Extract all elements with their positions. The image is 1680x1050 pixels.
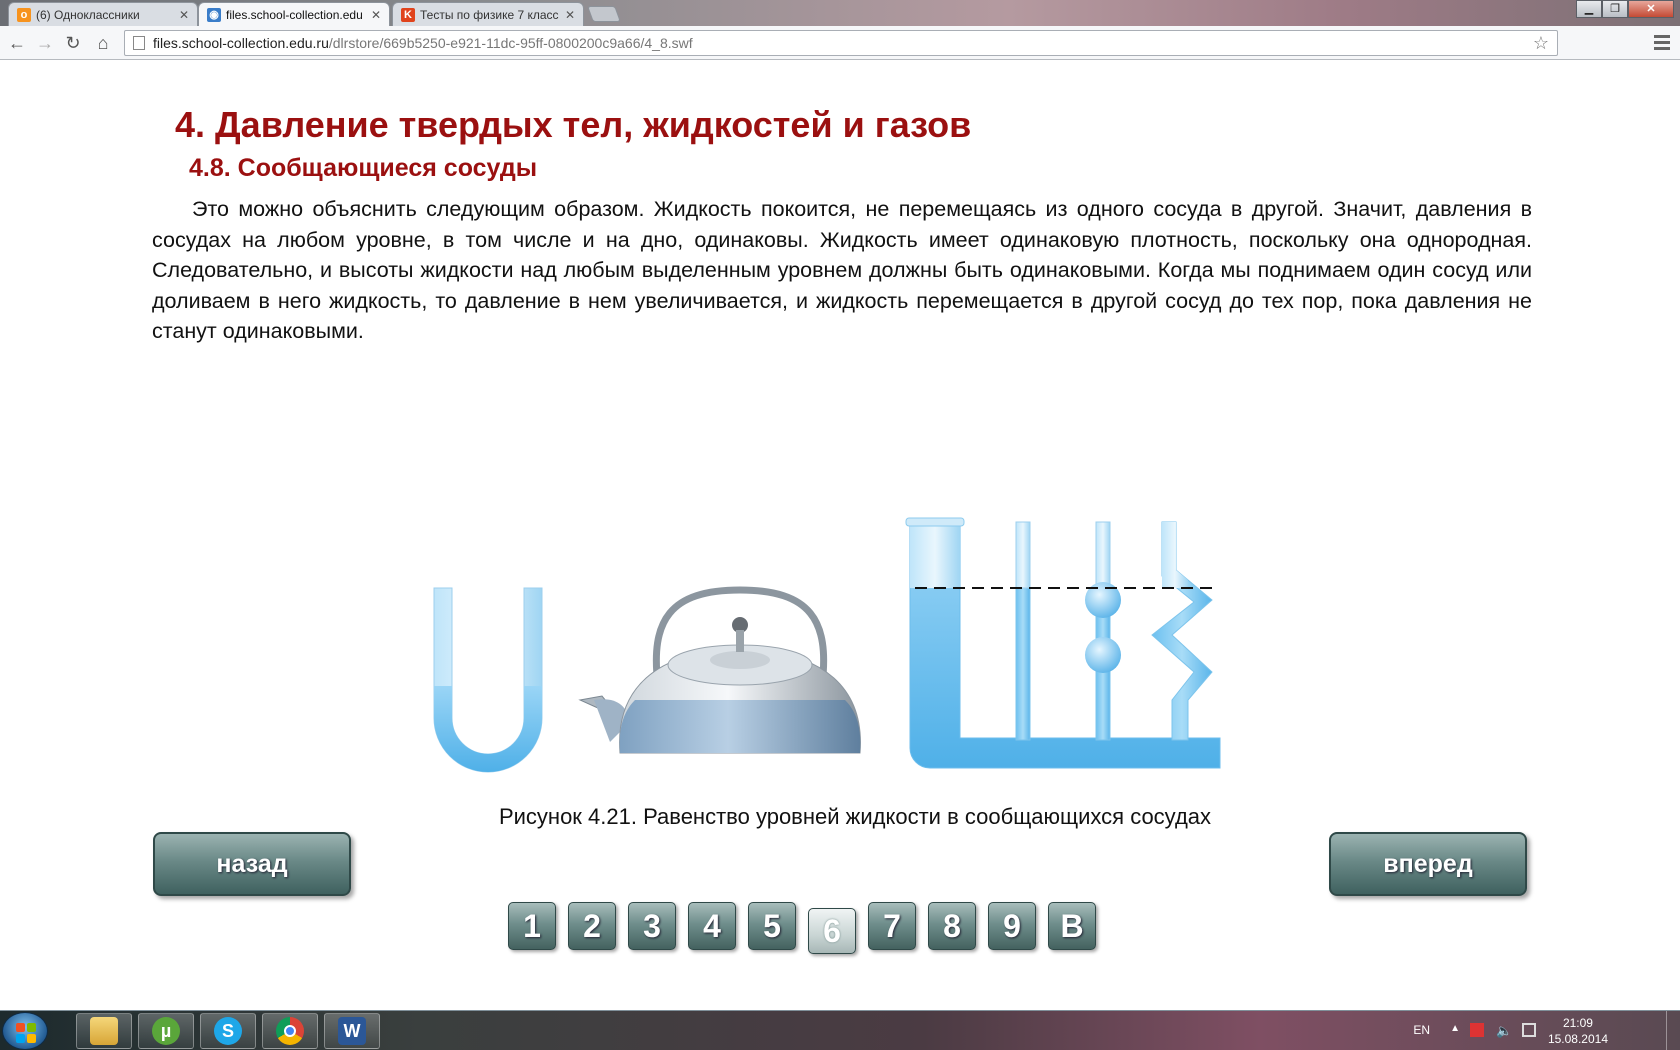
browser-toolbar: ← → ↻ ⌂ files.school-collection.edu.ru/d… (0, 26, 1680, 60)
file-explorer-icon[interactable] (76, 1013, 132, 1049)
url-host: files.school-collection.edu.ru (153, 35, 329, 51)
system-tray: EN ▲ 🔈 21:09 15.08.2014 (1300, 1011, 1680, 1050)
reload-icon[interactable]: ↻ (62, 32, 84, 54)
ok-icon: о (17, 7, 31, 22)
close-icon[interactable]: ✕ (565, 8, 575, 22)
utorrent-icon[interactable]: µ (138, 1013, 194, 1049)
kettle (578, 586, 861, 754)
clock-date: 15.08.2014 (1547, 1032, 1608, 1046)
forward-button[interactable]: вперед (1329, 832, 1527, 896)
section-subtitle: 4.8. Сообщающиеся сосуды (189, 154, 538, 182)
window-controls: ▁ ❐ ✕ (1576, 0, 1674, 18)
page-button-9[interactable]: 9 (988, 902, 1036, 950)
start-button[interactable] (2, 1012, 48, 1050)
tab-school-collection[interactable]: ◉ files.school-collection.edu ✕ (198, 2, 390, 26)
windows-taskbar: µ S W EN ▲ 🔈 21:09 15.08.2014 (0, 1010, 1680, 1050)
address-bar[interactable]: files.school-collection.edu.ru/dlrstore/… (124, 30, 1558, 56)
figure-caption: Рисунок 4.21. Равенство уровней жидкости… (498, 804, 1212, 829)
new-tab-button[interactable] (587, 6, 621, 22)
tab-physics-tests[interactable]: K Тесты по физике 7 класс ✕ (392, 2, 584, 26)
url-path: /dlrstore/669b5250-e921-11dc-95ff-080020… (328, 35, 693, 51)
page-button-2[interactable]: 2 (568, 902, 616, 950)
bookmark-star-icon[interactable]: ☆ (1533, 33, 1549, 54)
page-button-6-current[interactable]: 6 (808, 908, 856, 954)
minimize-icon[interactable]: ▁ (1576, 0, 1602, 18)
tab-title: files.school-collection.edu (226, 7, 363, 22)
volume-icon[interactable]: 🔈 (1496, 1023, 1512, 1038)
forward-arrow-icon[interactable]: → (34, 32, 56, 54)
close-window-icon[interactable]: ✕ (1628, 0, 1674, 18)
tab-strip: о (6) Одноклассники ✕ ◉ files.school-col… (0, 0, 1680, 26)
menu-icon[interactable] (1652, 32, 1672, 54)
u-tube (433, 587, 543, 773)
k-icon: K (401, 7, 415, 22)
page-button-7[interactable]: 7 (868, 902, 916, 950)
tab-title: Тесты по физике 7 класс (420, 7, 559, 22)
language-indicator[interactable]: EN (1413, 1023, 1430, 1037)
close-icon[interactable]: ✕ (371, 8, 381, 22)
page-title: 4. Давление твердых тел, жидкостей и газ… (175, 104, 972, 145)
multi-vessel-system (905, 517, 1221, 769)
tray-expand-icon[interactable]: ▲ (1450, 1023, 1460, 1034)
chrome-icon[interactable] (262, 1013, 318, 1049)
network-icon[interactable] (1522, 1023, 1536, 1037)
page-button-1[interactable]: 1 (508, 902, 556, 950)
page-button-4[interactable]: 4 (688, 902, 736, 950)
page-button-8[interactable]: 8 (928, 902, 976, 950)
back-arrow-icon[interactable]: ← (6, 32, 28, 54)
page-icon (133, 36, 145, 50)
explanation-paragraph: Это можно объяснить следующим образом. Ж… (152, 197, 1532, 343)
maximize-icon[interactable]: ❐ (1602, 0, 1628, 18)
skype-icon[interactable]: S (200, 1013, 256, 1049)
close-icon[interactable]: ✕ (179, 8, 189, 22)
home-icon[interactable]: ⌂ (92, 32, 114, 54)
communicating-vessels-figure (433, 517, 1221, 773)
globe-icon: ◉ (207, 7, 221, 22)
page-button-5[interactable]: 5 (748, 902, 796, 950)
clock[interactable]: 21:09 15.08.2014 (1548, 1015, 1608, 1047)
show-desktop-button[interactable] (1666, 1011, 1680, 1050)
page-selector: 1 2 3 4 5 6 7 8 9 В (508, 902, 1096, 954)
tab-odnoklassniki[interactable]: о (6) Одноклассники ✕ (8, 2, 198, 26)
page-button-test[interactable]: В (1048, 902, 1096, 950)
word-icon[interactable]: W (324, 1013, 380, 1049)
flag-icon[interactable] (1470, 1023, 1484, 1037)
page-button-3[interactable]: 3 (628, 902, 676, 950)
tab-title: (6) Одноклассники (36, 7, 140, 22)
clock-time: 21:09 (1562, 1016, 1593, 1030)
back-button[interactable]: назад (153, 832, 351, 896)
